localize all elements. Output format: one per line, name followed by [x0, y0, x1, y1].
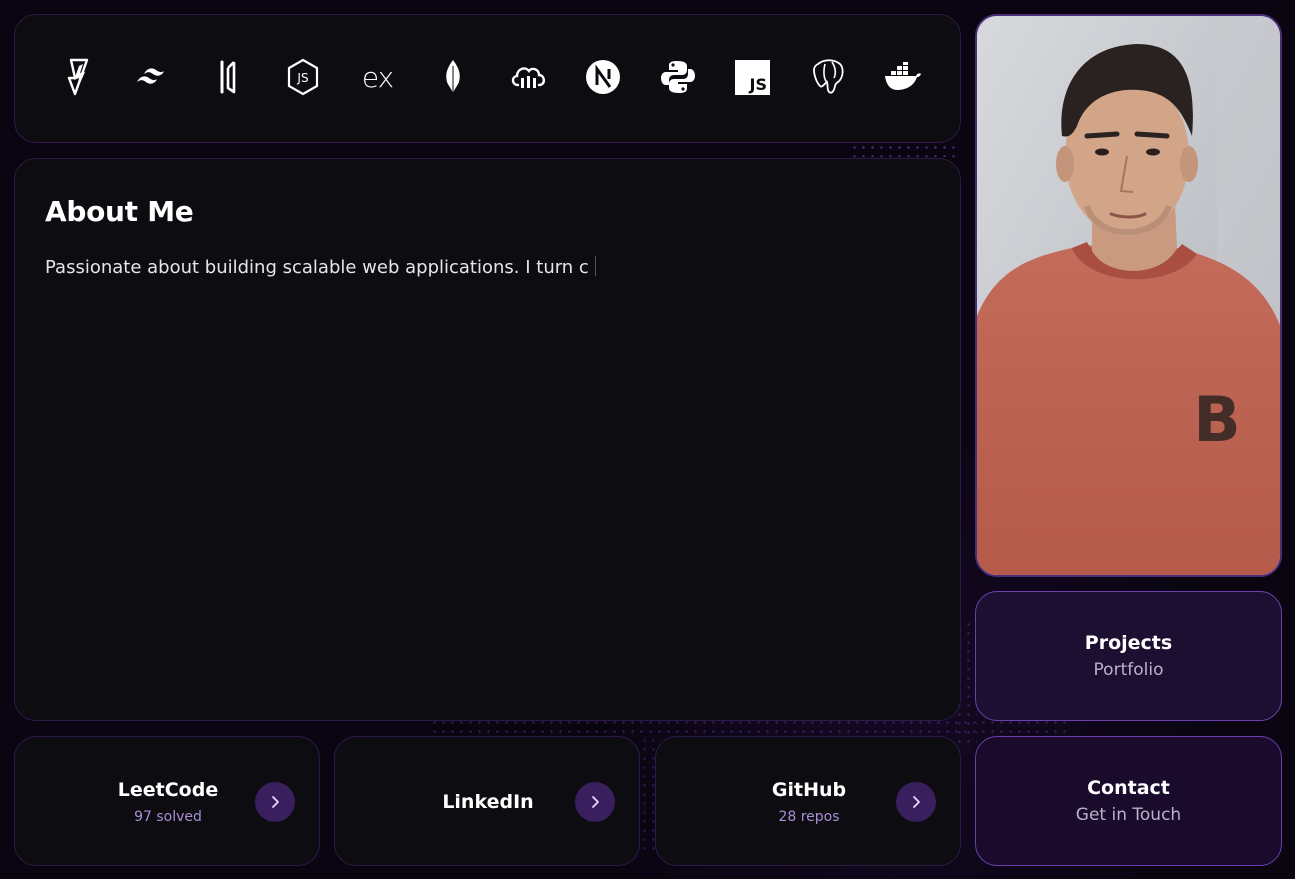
chevron-right-icon — [272, 796, 279, 808]
tech-icon-row: JS ex JS — [40, 55, 940, 99]
projects-button[interactable]: Projects Portfolio — [975, 591, 1282, 721]
leetcode-name: LeetCode — [117, 779, 219, 801]
contact-subtitle: Get in Touch — [1075, 805, 1182, 825]
profile-photo: B — [975, 14, 1282, 577]
nextjs-icon — [565, 55, 640, 99]
postgresql-icon — [790, 55, 865, 99]
linkedin-arrow-button[interactable] — [575, 782, 615, 822]
sweater-letter: B — [1193, 383, 1240, 456]
github-arrow-button[interactable] — [896, 782, 936, 822]
leetcode-arrow-button[interactable] — [255, 782, 295, 822]
profile-photo-illustration: B — [977, 16, 1280, 575]
mongodb-icon — [415, 55, 490, 99]
linkedin-name: LinkedIn — [442, 791, 534, 813]
linkedin-card[interactable]: LinkedIn — [334, 736, 640, 866]
typing-cursor — [594, 256, 596, 276]
express-icon: ex — [340, 55, 415, 99]
cloudinary-icon — [490, 55, 565, 99]
docker-icon — [865, 55, 940, 99]
nodejs-icon: JS — [265, 55, 340, 99]
chevron-right-icon — [592, 796, 599, 808]
about-text: Passionate about building scalable web a… — [45, 256, 596, 278]
js-text: JS — [749, 74, 767, 94]
github-name: GitHub — [771, 779, 847, 801]
contact-button[interactable]: Contact Get in Touch — [975, 736, 1282, 866]
contact-title: Contact — [1087, 777, 1170, 799]
leetcode-stat: 97 solved — [134, 809, 202, 825]
about-title: About Me — [45, 195, 194, 228]
tech-stack-strip: JS ex JS — [14, 14, 961, 143]
tailwind-icon — [115, 55, 190, 99]
projects-subtitle: Portfolio — [1093, 660, 1164, 680]
javascript-icon: JS — [715, 55, 790, 99]
python-icon — [640, 55, 715, 99]
chevron-right-icon — [913, 796, 920, 808]
leetcode-card[interactable]: LeetCode 97 solved — [14, 736, 320, 866]
express-text: ex — [361, 60, 394, 94]
svg-text:JS: JS — [296, 71, 308, 85]
about-me-card: About Me Passionate about building scala… — [14, 158, 961, 721]
dot-pattern — [850, 143, 960, 157]
prisma-icon — [190, 55, 265, 99]
github-card[interactable]: GitHub 28 repos — [655, 736, 961, 866]
projects-title: Projects — [1084, 632, 1173, 654]
vite-icon — [40, 55, 115, 99]
about-typed-text: Passionate about building scalable web a… — [45, 257, 589, 278]
github-stat: 28 repos — [778, 809, 840, 825]
